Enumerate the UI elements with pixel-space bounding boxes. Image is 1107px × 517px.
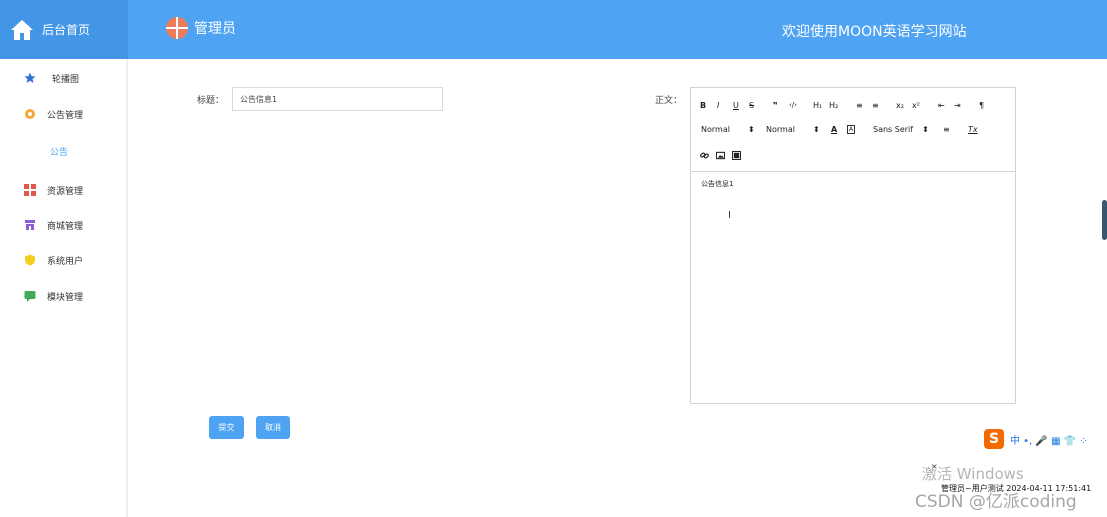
updown-arrow-icon: ⬍ <box>922 124 929 134</box>
underline-button[interactable]: U <box>733 99 739 111</box>
font-select[interactable]: Sans Serif ⬍ <box>873 123 929 135</box>
font-color-icon: A <box>831 124 838 134</box>
star-icon <box>24 72 36 84</box>
video-icon <box>732 150 741 160</box>
superscript-button[interactable]: x² <box>912 99 920 111</box>
clear-format-button[interactable]: Tx <box>968 123 978 135</box>
sidebar-item-label: 轮播图 <box>52 74 80 85</box>
code-block-button[interactable]: ‹/› <box>789 99 797 111</box>
sidebar-item-system-users[interactable]: 系统用户 <box>0 249 126 271</box>
header2-button[interactable]: H₂ <box>829 99 838 111</box>
editor-toolbar: B I U S ❞ ‹/› H₁ H₂ ≡ ≡ x₂ x² ⇤ ⇥ ¶ Norm… <box>691 88 1015 172</box>
sidebar-item-announcement-mgmt[interactable]: 公告管理 <box>0 103 126 125</box>
text-color-button[interactable]: A <box>831 123 837 135</box>
sidebar-item-module-mgmt[interactable]: 模块管理 <box>0 285 126 307</box>
italic-button[interactable]: I <box>717 99 719 111</box>
header-select[interactable]: Normal ⬍ <box>701 123 755 135</box>
admin-profile[interactable]: 管理员 <box>166 17 236 39</box>
align-button[interactable]: ≡ <box>943 123 950 135</box>
sidebar-item-label: 商城管理 <box>47 221 84 232</box>
size-select-value: Normal <box>766 124 795 134</box>
bold-button[interactable]: B <box>700 99 706 111</box>
bullet-list-button[interactable]: ≡ <box>872 99 879 111</box>
indent-button[interactable]: ⇥ <box>954 99 961 111</box>
editor-content[interactable]: 公告信息1 <box>701 179 733 189</box>
align-icon: ≡ <box>943 124 950 134</box>
sidebar-item-resource-mgmt[interactable]: 资源管理 <box>0 179 126 201</box>
header1-button[interactable]: H₁ <box>813 99 822 111</box>
sogou-logo-icon: S <box>984 429 1004 449</box>
home-icon <box>11 19 33 40</box>
store-icon <box>24 219 36 231</box>
body-label: 正文： <box>655 96 683 106</box>
ordered-list-button[interactable]: ≡ <box>856 99 863 111</box>
subscript-button[interactable]: x₂ <box>896 99 904 111</box>
sidebar-item-store-mgmt[interactable]: 商城管理 <box>0 214 126 236</box>
grid-icon <box>24 184 36 196</box>
submit-button[interactable]: 提交 <box>209 416 244 439</box>
image-icon <box>716 151 725 159</box>
updown-arrow-icon: ⬍ <box>747 124 755 134</box>
gear-icon <box>24 108 36 120</box>
strike-button[interactable]: S <box>749 99 754 111</box>
background-color-button[interactable]: A <box>847 123 856 135</box>
background-color-icon: A <box>847 124 856 134</box>
windows-activation-watermark: 激活 Windows <box>922 465 1024 483</box>
rich-text-editor[interactable]: B I U S ❞ ‹/› H₁ H₂ ≡ ≡ x₂ x² ⇤ ⇥ ¶ Norm… <box>690 87 1016 404</box>
ime-tools[interactable]: 中 •, 🎤 ▦ 👕 ⁘ <box>1010 432 1088 447</box>
outdent-button[interactable]: ⇤ <box>938 99 945 111</box>
top-header: 后台首页 管理员 欢迎使用MOON英语学习网站 <box>0 0 1107 59</box>
cancel-button[interactable]: 取消 <box>256 416 290 439</box>
direction-button[interactable]: ¶ <box>979 99 984 111</box>
text-cursor-icon: I <box>728 210 731 221</box>
chat-icon <box>24 290 36 302</box>
size-select[interactable]: Normal ⬍ <box>766 123 820 135</box>
link-icon <box>700 152 709 158</box>
sidebar-item-label: 系统用户 <box>47 256 84 267</box>
header-select-value: Normal <box>701 124 730 134</box>
sidebar: 轮播图 公告管理 公告 资源管理 商城管理 系统用户 模块管理 <box>0 59 128 517</box>
image-button[interactable] <box>716 149 725 161</box>
sidebar-item-label: 资源管理 <box>47 186 84 197</box>
home-link[interactable]: 后台首页 <box>0 0 128 59</box>
blockquote-button[interactable]: ❞ <box>773 99 778 111</box>
sidebar-item-label: 模块管理 <box>47 292 84 303</box>
sidebar-subitem-announcement[interactable]: 公告 <box>50 145 68 158</box>
video-button[interactable] <box>732 149 741 161</box>
admin-name: 管理员 <box>194 21 236 37</box>
ime-toolbar[interactable]: S 中 •, 🎤 ▦ 👕 ⁘ <box>984 428 1107 450</box>
link-button[interactable] <box>700 149 709 161</box>
font-select-value: Sans Serif <box>873 124 914 134</box>
home-label: 后台首页 <box>42 23 91 37</box>
edge-handle[interactable] <box>1102 200 1107 240</box>
sidebar-item-carousel[interactable]: 轮播图 <box>0 67 126 89</box>
welcome-text: 欢迎使用MOON英语学习网站 <box>782 24 967 40</box>
title-label: 标题： <box>197 96 225 106</box>
title-input[interactable] <box>232 87 443 111</box>
avatar <box>166 17 188 39</box>
csdn-watermark: CSDN @亿派coding <box>915 492 1077 512</box>
updown-arrow-icon: ⬍ <box>812 124 820 134</box>
sidebar-item-label: 公告管理 <box>47 110 84 121</box>
shield-icon <box>24 254 36 266</box>
